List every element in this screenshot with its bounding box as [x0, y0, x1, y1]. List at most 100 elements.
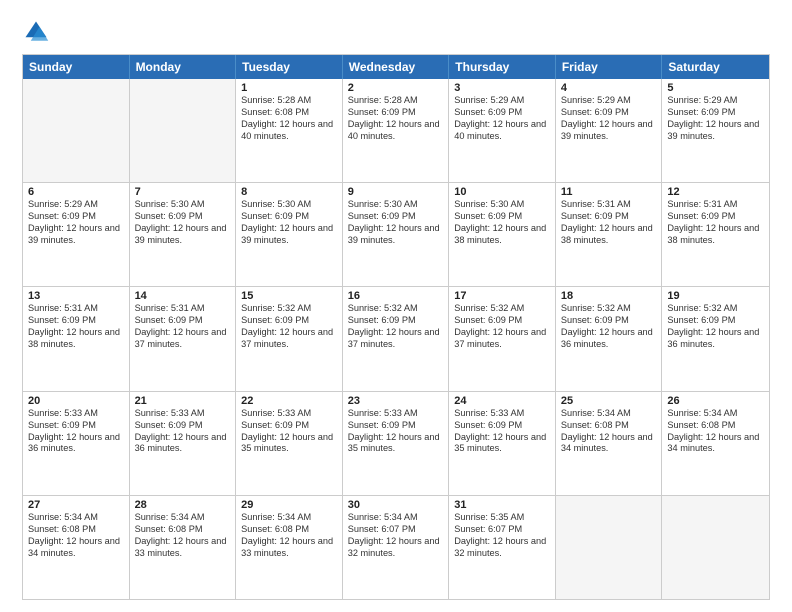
day-header-monday: Monday — [130, 55, 237, 79]
sunset-text: Sunset: 6:09 PM — [135, 315, 231, 327]
day-number: 13 — [28, 290, 124, 302]
cal-cell-day-16: 16Sunrise: 5:32 AMSunset: 6:09 PMDayligh… — [343, 287, 450, 390]
sunset-text: Sunset: 6:07 PM — [348, 524, 444, 536]
calendar-row-2: 6Sunrise: 5:29 AMSunset: 6:09 PMDaylight… — [23, 182, 769, 286]
day-number: 21 — [135, 395, 231, 407]
sunrise-text: Sunrise: 5:33 AM — [454, 408, 550, 420]
day-number: 27 — [28, 499, 124, 511]
cal-cell-day-18: 18Sunrise: 5:32 AMSunset: 6:09 PMDayligh… — [556, 287, 663, 390]
day-header-sunday: Sunday — [23, 55, 130, 79]
daylight-text: Daylight: 12 hours and 40 minutes. — [454, 119, 550, 143]
cal-cell-day-3: 3Sunrise: 5:29 AMSunset: 6:09 PMDaylight… — [449, 79, 556, 182]
sunrise-text: Sunrise: 5:30 AM — [348, 199, 444, 211]
day-number: 17 — [454, 290, 550, 302]
day-number: 26 — [667, 395, 764, 407]
calendar-body: 1Sunrise: 5:28 AMSunset: 6:08 PMDaylight… — [23, 79, 769, 599]
daylight-text: Daylight: 12 hours and 37 minutes. — [348, 327, 444, 351]
sunset-text: Sunset: 6:09 PM — [241, 315, 337, 327]
calendar-row-5: 27Sunrise: 5:34 AMSunset: 6:08 PMDayligh… — [23, 495, 769, 599]
cal-cell-day-27: 27Sunrise: 5:34 AMSunset: 6:08 PMDayligh… — [23, 496, 130, 599]
sunset-text: Sunset: 6:09 PM — [135, 211, 231, 223]
sunrise-text: Sunrise: 5:32 AM — [454, 303, 550, 315]
day-header-thursday: Thursday — [449, 55, 556, 79]
day-number: 30 — [348, 499, 444, 511]
daylight-text: Daylight: 12 hours and 38 minutes. — [667, 223, 764, 247]
daylight-text: Daylight: 12 hours and 38 minutes. — [28, 327, 124, 351]
calendar-header: SundayMondayTuesdayWednesdayThursdayFrid… — [23, 55, 769, 79]
calendar-row-3: 13Sunrise: 5:31 AMSunset: 6:09 PMDayligh… — [23, 286, 769, 390]
day-header-saturday: Saturday — [662, 55, 769, 79]
day-number: 3 — [454, 82, 550, 94]
cal-cell-day-21: 21Sunrise: 5:33 AMSunset: 6:09 PMDayligh… — [130, 392, 237, 495]
day-number: 8 — [241, 186, 337, 198]
sunrise-text: Sunrise: 5:35 AM — [454, 512, 550, 524]
sunrise-text: Sunrise: 5:32 AM — [561, 303, 657, 315]
calendar: SundayMondayTuesdayWednesdayThursdayFrid… — [22, 54, 770, 600]
sunset-text: Sunset: 6:09 PM — [348, 315, 444, 327]
sunset-text: Sunset: 6:09 PM — [667, 211, 764, 223]
sunrise-text: Sunrise: 5:30 AM — [135, 199, 231, 211]
daylight-text: Daylight: 12 hours and 35 minutes. — [241, 432, 337, 456]
header — [22, 18, 770, 46]
sunset-text: Sunset: 6:09 PM — [667, 315, 764, 327]
daylight-text: Daylight: 12 hours and 37 minutes. — [241, 327, 337, 351]
cal-cell-day-1: 1Sunrise: 5:28 AMSunset: 6:08 PMDaylight… — [236, 79, 343, 182]
sunrise-text: Sunrise: 5:29 AM — [28, 199, 124, 211]
daylight-text: Daylight: 12 hours and 39 minutes. — [241, 223, 337, 247]
sunrise-text: Sunrise: 5:34 AM — [135, 512, 231, 524]
cal-cell-day-12: 12Sunrise: 5:31 AMSunset: 6:09 PMDayligh… — [662, 183, 769, 286]
sunset-text: Sunset: 6:09 PM — [561, 315, 657, 327]
sunset-text: Sunset: 6:09 PM — [135, 420, 231, 432]
sunrise-text: Sunrise: 5:32 AM — [241, 303, 337, 315]
cal-cell-day-6: 6Sunrise: 5:29 AMSunset: 6:09 PMDaylight… — [23, 183, 130, 286]
daylight-text: Daylight: 12 hours and 37 minutes. — [454, 327, 550, 351]
cal-cell-day-17: 17Sunrise: 5:32 AMSunset: 6:09 PMDayligh… — [449, 287, 556, 390]
sunset-text: Sunset: 6:08 PM — [28, 524, 124, 536]
logo — [22, 18, 52, 46]
daylight-text: Daylight: 12 hours and 39 minutes. — [135, 223, 231, 247]
sunrise-text: Sunrise: 5:31 AM — [561, 199, 657, 211]
sunset-text: Sunset: 6:09 PM — [454, 107, 550, 119]
cal-cell-empty — [556, 496, 663, 599]
day-number: 22 — [241, 395, 337, 407]
cal-cell-day-23: 23Sunrise: 5:33 AMSunset: 6:09 PMDayligh… — [343, 392, 450, 495]
sunset-text: Sunset: 6:09 PM — [561, 107, 657, 119]
sunset-text: Sunset: 6:08 PM — [135, 524, 231, 536]
sunset-text: Sunset: 6:09 PM — [241, 211, 337, 223]
day-number: 10 — [454, 186, 550, 198]
day-number: 2 — [348, 82, 444, 94]
day-number: 4 — [561, 82, 657, 94]
cal-cell-empty — [130, 79, 237, 182]
cal-cell-day-7: 7Sunrise: 5:30 AMSunset: 6:09 PMDaylight… — [130, 183, 237, 286]
cal-cell-day-10: 10Sunrise: 5:30 AMSunset: 6:09 PMDayligh… — [449, 183, 556, 286]
day-number: 24 — [454, 395, 550, 407]
cal-cell-day-24: 24Sunrise: 5:33 AMSunset: 6:09 PMDayligh… — [449, 392, 556, 495]
sunset-text: Sunset: 6:09 PM — [28, 420, 124, 432]
sunrise-text: Sunrise: 5:33 AM — [241, 408, 337, 420]
sunset-text: Sunset: 6:07 PM — [454, 524, 550, 536]
calendar-row-4: 20Sunrise: 5:33 AMSunset: 6:09 PMDayligh… — [23, 391, 769, 495]
day-number: 6 — [28, 186, 124, 198]
sunrise-text: Sunrise: 5:34 AM — [348, 512, 444, 524]
daylight-text: Daylight: 12 hours and 38 minutes. — [561, 223, 657, 247]
sunrise-text: Sunrise: 5:29 AM — [561, 95, 657, 107]
day-number: 20 — [28, 395, 124, 407]
sunset-text: Sunset: 6:09 PM — [348, 107, 444, 119]
day-number: 1 — [241, 82, 337, 94]
day-number: 5 — [667, 82, 764, 94]
day-number: 28 — [135, 499, 231, 511]
sunrise-text: Sunrise: 5:30 AM — [241, 199, 337, 211]
daylight-text: Daylight: 12 hours and 39 minutes. — [28, 223, 124, 247]
cal-cell-day-8: 8Sunrise: 5:30 AMSunset: 6:09 PMDaylight… — [236, 183, 343, 286]
day-number: 14 — [135, 290, 231, 302]
daylight-text: Daylight: 12 hours and 35 minutes. — [454, 432, 550, 456]
sunrise-text: Sunrise: 5:34 AM — [241, 512, 337, 524]
day-header-friday: Friday — [556, 55, 663, 79]
daylight-text: Daylight: 12 hours and 32 minutes. — [348, 536, 444, 560]
daylight-text: Daylight: 12 hours and 36 minutes. — [561, 327, 657, 351]
sunrise-text: Sunrise: 5:33 AM — [135, 408, 231, 420]
daylight-text: Daylight: 12 hours and 36 minutes. — [28, 432, 124, 456]
sunset-text: Sunset: 6:09 PM — [454, 315, 550, 327]
daylight-text: Daylight: 12 hours and 39 minutes. — [667, 119, 764, 143]
day-number: 15 — [241, 290, 337, 302]
